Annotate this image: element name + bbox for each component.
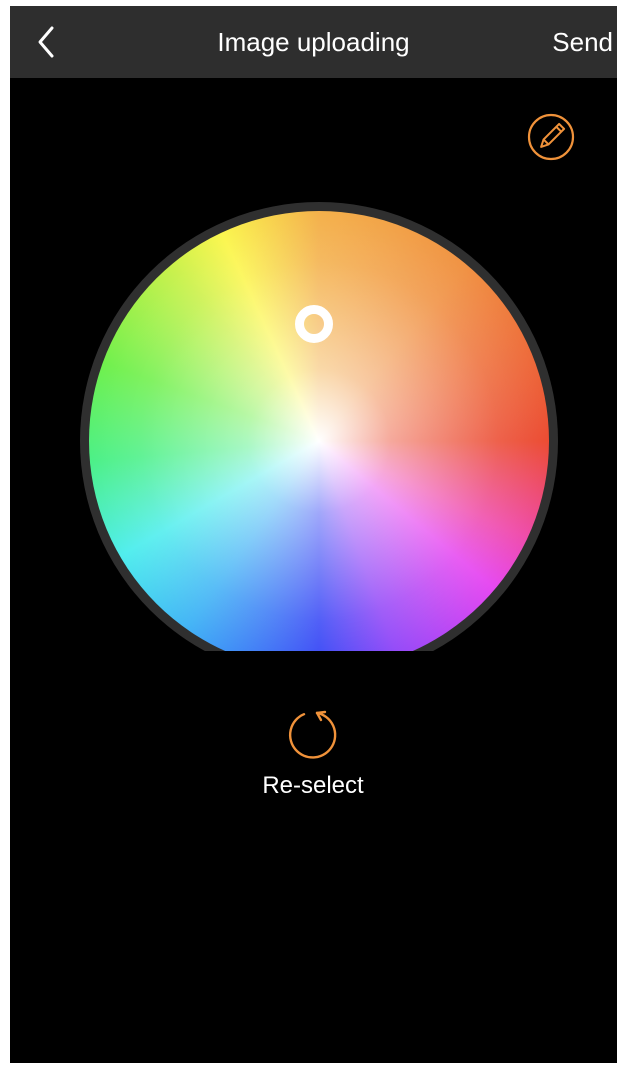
page-title: Image uploading bbox=[217, 27, 410, 57]
refresh-icon bbox=[288, 710, 337, 759]
color-wheel[interactable] bbox=[89, 211, 549, 651]
pencil-icon bbox=[527, 113, 575, 161]
app-screen: Image uploading Send Re-select bbox=[10, 6, 617, 1063]
color-selector-handle[interactable] bbox=[295, 305, 333, 343]
color-wheel-area bbox=[80, 202, 558, 651]
back-button[interactable] bbox=[28, 20, 68, 64]
send-button[interactable]: Send bbox=[552, 6, 613, 78]
chevron-left-icon bbox=[38, 26, 54, 58]
reselect-label: Re-select bbox=[262, 772, 364, 799]
edit-button[interactable] bbox=[527, 113, 575, 161]
nav-bar: Image uploading Send bbox=[10, 6, 617, 78]
reselect-button[interactable]: Re-select bbox=[243, 696, 383, 806]
